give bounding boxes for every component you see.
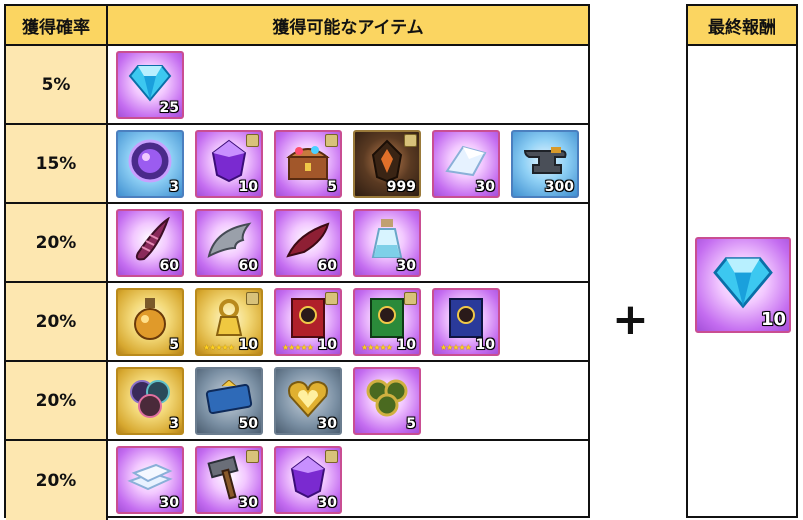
item-quantity: 5: [169, 337, 179, 353]
rate-cell: 15%: [6, 125, 108, 202]
item-quantity: 5: [327, 179, 337, 195]
table-row: 20% 5 ★★★★★ 10 ★★★★★ 10 ★★★★★ 10 ★★★★★ 1…: [6, 283, 588, 362]
ticket-icon[interactable]: 50: [195, 367, 263, 435]
blue-spellbook-icon[interactable]: ★★★★★ 10: [432, 288, 500, 356]
item-list: 3 10 5 999 30 300: [116, 130, 579, 198]
item-quantity: 30: [475, 179, 495, 195]
item-quantity: 300: [544, 179, 574, 195]
table-row: 15% 3 10 5 999 30 300: [6, 125, 588, 204]
rate-column-header: 獲得確率: [6, 6, 108, 46]
green-spellbook-icon[interactable]: ★★★★★ 10: [353, 288, 421, 356]
rarity-stars: ★★★★★: [440, 343, 472, 352]
green-coins-icon[interactable]: 5: [353, 367, 421, 435]
rate-cell: 20%: [6, 283, 108, 360]
item-quantity: 60: [317, 258, 337, 274]
silver-ingots-icon[interactable]: 30: [116, 446, 184, 514]
plus-sign: +: [612, 294, 649, 345]
elixir-flask-icon[interactable]: 5: [116, 288, 184, 356]
violet-gem-icon[interactable]: 30: [274, 446, 342, 514]
blue-crystal-gem-icon[interactable]: 25: [116, 51, 184, 119]
item-list: 5 ★★★★★ 10 ★★★★★ 10 ★★★★★ 10 ★★★★★ 10: [116, 288, 500, 356]
rate-cell: 20%: [6, 204, 108, 281]
dark-ore-icon[interactable]: 999: [353, 130, 421, 198]
table-row: 20% 30 30 30: [6, 441, 588, 520]
item-quantity: 30: [159, 495, 179, 511]
item-list: 25: [116, 51, 184, 119]
item-list: 60 60 60 30: [116, 209, 421, 277]
item-quantity: 3: [169, 179, 179, 195]
item-quantity: 10: [238, 337, 258, 353]
item-quantity: 60: [238, 258, 258, 274]
hammer-icon[interactable]: 30: [195, 446, 263, 514]
item-quantity: 10: [396, 337, 416, 353]
red-spellbook-icon[interactable]: ★★★★★ 10: [274, 288, 342, 356]
crystal-shard-icon[interactable]: 30: [432, 130, 500, 198]
rate-cell: 20%: [6, 441, 108, 520]
item-quantity: 30: [396, 258, 416, 274]
item-quantity: 30: [317, 416, 337, 432]
item-list: 30 30 30: [116, 446, 342, 514]
drop-rate-table: 獲得確率 獲得可能なアイテム 5% 25 15% 3 10 5 999 30 3…: [4, 4, 590, 520]
cosmic-orb-icon[interactable]: 3: [116, 130, 184, 198]
item-quantity: 25: [159, 100, 179, 116]
tag-icon: [246, 134, 259, 147]
rate-cell: 5%: [6, 46, 108, 123]
item-quantity: 10: [760, 309, 786, 330]
wing-icon[interactable]: 60: [195, 209, 263, 277]
item-quantity: 30: [317, 495, 337, 511]
item-quantity: 60: [159, 258, 179, 274]
purple-gem-icon[interactable]: 10: [195, 130, 263, 198]
items-column-header: 獲得可能なアイテム: [108, 6, 588, 46]
anvil-icon[interactable]: 300: [511, 130, 579, 198]
table-row: 20% 60 60 60 30: [6, 204, 588, 283]
golden-heart-icon[interactable]: 30: [274, 367, 342, 435]
potion-bottle-icon[interactable]: 30: [353, 209, 421, 277]
item-quantity: 30: [238, 495, 258, 511]
rarity-stars: ★★★★★: [361, 343, 393, 352]
final-reward-header: 最終報酬: [688, 6, 796, 46]
treasure-chest-icon[interactable]: 5: [274, 130, 342, 198]
rarity-stars: ★★★★★: [203, 343, 235, 352]
final-reward-panel: 最終報酬 10: [686, 4, 798, 518]
item-quantity: 5: [406, 416, 416, 432]
table-row: 20% 3 50 30 5: [6, 362, 588, 441]
rarity-stars: ★★★★★: [282, 343, 314, 352]
spiral-horn-icon[interactable]: 60: [116, 209, 184, 277]
rainbow-orbs-icon[interactable]: 3: [116, 367, 184, 435]
gold-key-charm-icon[interactable]: ★★★★★ 10: [195, 288, 263, 356]
rate-cell: 20%: [6, 362, 108, 439]
item-quantity: 10: [238, 179, 258, 195]
item-quantity: 3: [169, 416, 179, 432]
red-feather-icon[interactable]: 60: [274, 209, 342, 277]
table-row: 5% 25: [6, 46, 588, 125]
tag-icon: [325, 450, 338, 463]
item-quantity: 10: [317, 337, 337, 353]
item-quantity: 50: [238, 416, 258, 432]
item-quantity: 999: [386, 179, 416, 195]
item-list: 3 50 30 5: [116, 367, 421, 435]
item-quantity: 10: [475, 337, 495, 353]
blue-crystal-gem-icon[interactable]: 10: [695, 237, 791, 333]
tag-icon: [246, 292, 259, 305]
